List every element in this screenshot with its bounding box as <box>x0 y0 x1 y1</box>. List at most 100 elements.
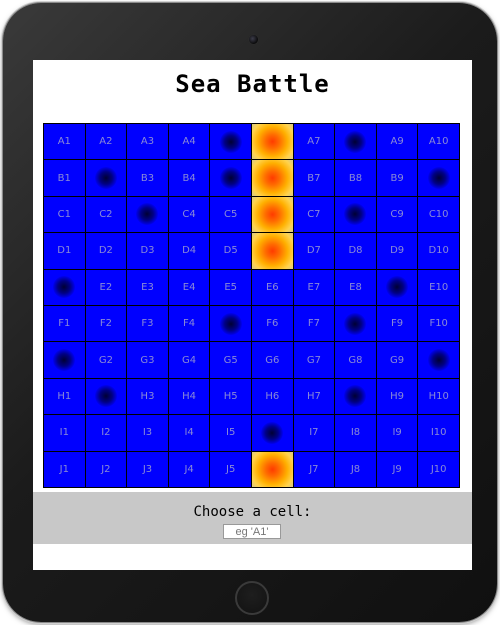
board-cell-b6[interactable]: B6 <box>251 160 293 196</box>
board-cell-b8[interactable]: B8 <box>335 160 376 196</box>
board-cell-h7[interactable]: H7 <box>293 378 335 415</box>
board-cell-c5[interactable]: C5 <box>210 196 251 233</box>
board-cell-g8[interactable]: G8 <box>335 342 376 378</box>
board-cell-g7[interactable]: G7 <box>293 342 335 378</box>
board-cell-d4[interactable]: D4 <box>168 233 210 269</box>
board-cell-i10[interactable]: I10 <box>418 415 459 451</box>
board-cell-h6[interactable]: H6 <box>251 378 293 415</box>
board-cell-d2[interactable]: D2 <box>85 233 127 269</box>
board-cell-a9[interactable]: A9 <box>376 124 418 160</box>
board-cell-e1[interactable]: E1 <box>44 269 85 305</box>
board-cell-a5[interactable]: A5 <box>210 124 251 160</box>
board-cell-f1[interactable]: F1 <box>44 306 85 342</box>
board-cell-i8[interactable]: I8 <box>335 415 376 451</box>
board-cell-j9[interactable]: J9 <box>376 451 418 487</box>
board-cell-f5[interactable]: F5 <box>210 306 251 342</box>
board-cell-c10[interactable]: C10 <box>418 196 459 233</box>
board-cell-e8[interactable]: E8 <box>335 269 376 305</box>
board-cell-a1[interactable]: A1 <box>44 124 85 160</box>
board-cell-f8[interactable]: F8 <box>335 306 376 342</box>
board-cell-d9[interactable]: D9 <box>376 233 418 269</box>
board-cell-d8[interactable]: D8 <box>335 233 376 269</box>
board-cell-f2[interactable]: F2 <box>85 306 127 342</box>
cell-input[interactable] <box>223 524 281 539</box>
board-cell-a4[interactable]: A4 <box>168 124 210 160</box>
board-cell-j4[interactable]: J4 <box>168 451 210 487</box>
board-cell-h5[interactable]: H5 <box>210 378 251 415</box>
board-cell-f4[interactable]: F4 <box>168 306 210 342</box>
board-cell-g6[interactable]: G6 <box>251 342 293 378</box>
board-cell-g1[interactable]: G1 <box>44 342 85 378</box>
board-cell-d6[interactable]: D6 <box>251 233 293 269</box>
board-cell-j8[interactable]: J8 <box>335 451 376 487</box>
board-cell-b4[interactable]: B4 <box>168 160 210 196</box>
board-cell-h1[interactable]: H1 <box>44 378 85 415</box>
board-cell-d1[interactable]: D1 <box>44 233 85 269</box>
board-cell-g5[interactable]: G5 <box>210 342 251 378</box>
board-cell-c9[interactable]: C9 <box>376 196 418 233</box>
board-cell-c2[interactable]: C2 <box>85 196 127 233</box>
board-cell-a10[interactable]: A10 <box>418 124 459 160</box>
board-cell-h3[interactable]: H3 <box>127 378 168 415</box>
board-cell-j10[interactable]: J10 <box>418 451 459 487</box>
board-cell-j7[interactable]: J7 <box>293 451 335 487</box>
board-cell-f7[interactable]: F7 <box>293 306 335 342</box>
board-cell-f6[interactable]: F6 <box>251 306 293 342</box>
board-cell-d7[interactable]: D7 <box>293 233 335 269</box>
board-cell-b2[interactable]: B2 <box>85 160 127 196</box>
board-cell-e9[interactable]: E9 <box>376 269 418 305</box>
board-cell-e4[interactable]: E4 <box>168 269 210 305</box>
board-cell-c8[interactable]: C8 <box>335 196 376 233</box>
board-cell-j1[interactable]: J1 <box>44 451 85 487</box>
board-cell-j2[interactable]: J2 <box>85 451 127 487</box>
board-cell-h8[interactable]: H8 <box>335 378 376 415</box>
board-cell-a3[interactable]: A3 <box>127 124 168 160</box>
board-cell-a8[interactable]: A8 <box>335 124 376 160</box>
board-cell-c4[interactable]: C4 <box>168 196 210 233</box>
board-cell-i4[interactable]: I4 <box>168 415 210 451</box>
board-cell-j3[interactable]: J3 <box>127 451 168 487</box>
board-cell-i7[interactable]: I7 <box>293 415 335 451</box>
board-cell-b7[interactable]: B7 <box>293 160 335 196</box>
board-cell-i9[interactable]: I9 <box>376 415 418 451</box>
board-cell-g4[interactable]: G4 <box>168 342 210 378</box>
board-cell-g9[interactable]: G9 <box>376 342 418 378</box>
board-cell-e2[interactable]: E2 <box>85 269 127 305</box>
board-cell-g2[interactable]: G2 <box>85 342 127 378</box>
board-cell-i5[interactable]: I5 <box>210 415 251 451</box>
board-cell-i3[interactable]: I3 <box>127 415 168 451</box>
board-cell-b1[interactable]: B1 <box>44 160 85 196</box>
board-cell-e5[interactable]: E5 <box>210 269 251 305</box>
board-cell-f9[interactable]: F9 <box>376 306 418 342</box>
board-cell-h10[interactable]: H10 <box>418 378 459 415</box>
board-cell-b3[interactable]: B3 <box>127 160 168 196</box>
board-cell-d3[interactable]: D3 <box>127 233 168 269</box>
board-cell-e10[interactable]: E10 <box>418 269 459 305</box>
board-cell-i1[interactable]: I1 <box>44 415 85 451</box>
board-cell-d10[interactable]: D10 <box>418 233 459 269</box>
board-cell-i2[interactable]: I2 <box>85 415 127 451</box>
board-cell-c3[interactable]: C3 <box>127 196 168 233</box>
board-cell-c1[interactable]: C1 <box>44 196 85 233</box>
board-cell-c6[interactable]: C6 <box>251 196 293 233</box>
board-cell-f10[interactable]: F10 <box>418 306 459 342</box>
board-cell-j5[interactable]: J5 <box>210 451 251 487</box>
board-cell-b9[interactable]: B9 <box>376 160 418 196</box>
board-cell-d5[interactable]: D5 <box>210 233 251 269</box>
board-cell-a7[interactable]: A7 <box>293 124 335 160</box>
board-cell-g3[interactable]: G3 <box>127 342 168 378</box>
board-cell-h2[interactable]: H2 <box>85 378 127 415</box>
board-cell-a6[interactable]: A6 <box>251 124 293 160</box>
board-cell-e7[interactable]: E7 <box>293 269 335 305</box>
board-cell-f3[interactable]: F3 <box>127 306 168 342</box>
board-cell-i6[interactable]: I6 <box>251 415 293 451</box>
board-cell-g10[interactable]: G10 <box>418 342 459 378</box>
board-cell-e6[interactable]: E6 <box>251 269 293 305</box>
home-button[interactable] <box>235 581 269 615</box>
board-cell-a2[interactable]: A2 <box>85 124 127 160</box>
board-cell-h9[interactable]: H9 <box>376 378 418 415</box>
board-cell-h4[interactable]: H4 <box>168 378 210 415</box>
board-cell-e3[interactable]: E3 <box>127 269 168 305</box>
board-cell-b5[interactable]: B5 <box>210 160 251 196</box>
board-cell-c7[interactable]: C7 <box>293 196 335 233</box>
